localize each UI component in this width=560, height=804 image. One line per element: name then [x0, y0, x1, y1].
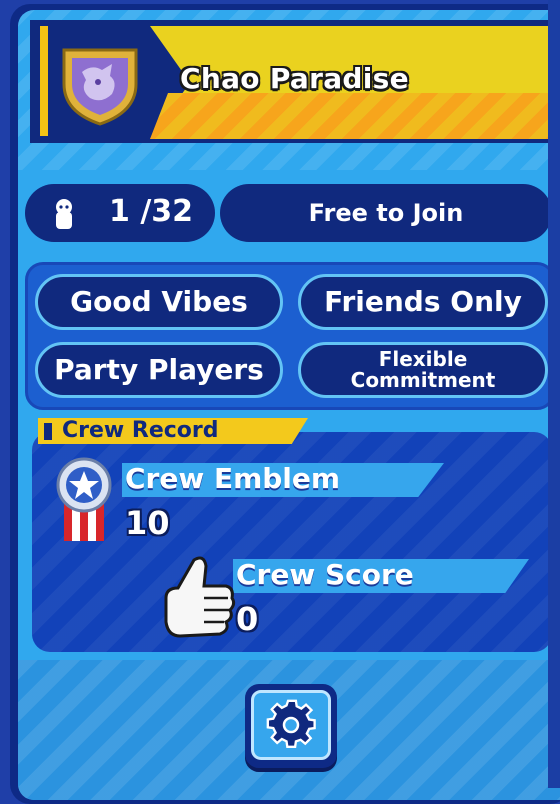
crew-name: Chao Paradise: [180, 62, 409, 95]
settings-button-face[interactable]: [251, 690, 331, 760]
tag-line-1: Flexible: [378, 347, 468, 371]
gear-icon: [266, 699, 316, 748]
medal-icon: [56, 457, 112, 541]
thumbs-up-icon: [164, 556, 236, 638]
tag-friends-only: Friends Only: [298, 274, 548, 330]
tag-good-vibes: Good Vibes: [35, 274, 283, 330]
crew-emblem-label: Crew Emblem: [125, 462, 341, 495]
header-accent-bar: [40, 26, 48, 136]
crew-score-value: 0: [236, 600, 259, 638]
person-icon: [56, 199, 72, 229]
card-edge: [548, 0, 560, 788]
record-header-mark: [44, 423, 52, 440]
crew-emblem-value: 10: [125, 504, 170, 542]
shield-crest-icon: [62, 48, 138, 126]
join-policy-pill: Free to Join: [220, 184, 552, 242]
name-banner-stripes: [150, 93, 560, 139]
settings-button[interactable]: [245, 684, 337, 768]
tag-party-players: Party Players: [35, 342, 283, 398]
record-title: Crew Record: [62, 418, 219, 443]
tag-flexible-commitment: Flexible Commitment: [298, 342, 548, 398]
member-count: 1 /32: [109, 194, 194, 229]
member-count-pill: 1 /32: [25, 184, 215, 242]
tag-line-2: Commitment: [350, 368, 496, 392]
crew-score-label: Crew Score: [236, 558, 414, 591]
